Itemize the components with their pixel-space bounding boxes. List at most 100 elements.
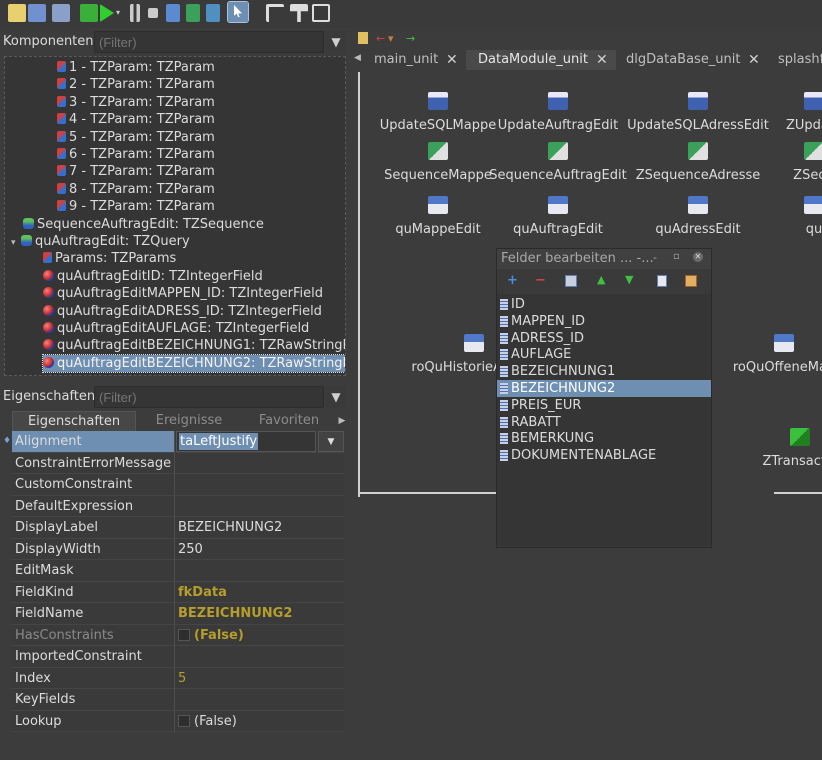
fields-list[interactable]: ID MAPPEN_ID ADRESS_ID AUFLAGE BEZEICHNUNG1 B… <box>497 294 711 546</box>
property-row[interactable]: DisplayLabel BEZEICHNUNG2 <box>12 517 344 539</box>
checkbox-icon[interactable] <box>178 714 190 727</box>
tab-eigenschaften[interactable]: Eigenschaften <box>12 411 136 431</box>
tree-item[interactable]: 4 - TZParam: TZParam <box>57 111 215 128</box>
component-seq-icon[interactable] <box>804 142 822 160</box>
add-field-icon[interactable]: + <box>507 273 518 288</box>
expand-toggle-icon[interactable]: ▾ <box>11 235 21 252</box>
property-row[interactable]: CustomConstraint <box>12 474 344 496</box>
component-sql-icon[interactable] <box>804 92 822 110</box>
component-q-icon[interactable] <box>804 196 822 214</box>
alignment-dropdown-icon[interactable]: ▼ <box>318 431 344 452</box>
component-q-icon[interactable] <box>464 334 484 352</box>
delete-field-icon[interactable]: − <box>535 273 546 288</box>
new-field-icon[interactable] <box>657 275 667 287</box>
tree-item[interactable]: 2 - TZParam: TZParam <box>57 76 215 93</box>
component-label[interactable]: qu <box>724 222 822 237</box>
settings-icon[interactable] <box>52 4 70 22</box>
component-seq-icon[interactable] <box>688 142 708 160</box>
property-row[interactable]: ImportedConstraint <box>12 646 344 668</box>
close-tab-datamodule-unit-icon[interactable]: ✕ <box>596 50 608 70</box>
tab-main-unit[interactable]: main_unit <box>374 50 438 70</box>
components-filter-input[interactable] <box>94 31 324 53</box>
step-out-icon[interactable] <box>206 4 220 22</box>
tab-ereignisse[interactable]: Ereignisse <box>136 411 242 431</box>
fetch-fields-icon[interactable] <box>565 275 577 287</box>
component-label[interactable]: ZSequ <box>724 168 822 183</box>
property-row[interactable]: KeyFields <box>12 689 344 711</box>
run-icon[interactable] <box>100 4 114 22</box>
tree-item[interactable]: quAuftragEditAUFLAGE: TZIntegerField <box>43 320 309 337</box>
field-item[interactable]: PREIS_EUR <box>497 397 711 414</box>
tab-favoriten[interactable]: Favoriten <box>242 411 336 431</box>
tab-scroll-right-icon[interactable]: ▶ <box>336 411 348 431</box>
select-all-icon[interactable] <box>685 275 697 287</box>
component-label[interactable]: ZUpdate <box>724 118 822 133</box>
field-item[interactable]: BEZEICHNUNG2 <box>497 380 711 397</box>
field-item[interactable]: RABATT <box>497 414 711 431</box>
tree-item[interactable]: Params: TZParams <box>43 250 176 267</box>
property-value[interactable]: BEZEICHNUNG2 <box>178 603 292 624</box>
close-icon[interactable]: ✕ <box>693 252 703 262</box>
tab-datamodule-unit[interactable]: DataModule_unit <box>466 50 616 70</box>
component-seq-icon[interactable] <box>548 142 568 160</box>
pause-icon[interactable] <box>130 4 140 22</box>
component-sql-icon[interactable] <box>688 92 708 110</box>
field-item[interactable]: DOKUMENTENABLAGE <box>497 447 711 464</box>
properties-filter-icon[interactable]: ▼ <box>326 386 346 408</box>
component-tree[interactable]: 1 - TZParam: TZParam 2 - TZParam: TZParam… <box>4 56 346 376</box>
field-item[interactable]: MAPPEN_ID <box>497 313 711 330</box>
alignment-value-editor[interactable]: taLeftJustify <box>176 431 316 452</box>
tabs-scroll-left-icon[interactable]: ◀ <box>354 53 361 63</box>
run-with-params-icon[interactable] <box>80 4 98 22</box>
field-item[interactable]: BEMERKUNG <box>497 430 711 447</box>
grid-icon[interactable] <box>312 4 330 22</box>
restore-icon[interactable]: ▫ <box>673 251 680 262</box>
tree-item[interactable]: 7 - TZParam: TZParam <box>57 163 215 180</box>
field-item[interactable]: AUFLAGE <box>497 346 711 363</box>
new-form-icon[interactable] <box>28 4 46 22</box>
tree-item[interactable]: 9 - TZParam: TZParam <box>57 198 215 215</box>
step-over-icon[interactable] <box>166 4 180 22</box>
property-value[interactable]: (False) <box>178 625 244 646</box>
property-value[interactable]: fkData <box>178 582 227 603</box>
property-row[interactable]: DisplayWidth 250 <box>12 538 344 560</box>
properties-filter-input[interactable] <box>94 386 324 408</box>
tree-item[interactable]: ▾ quAuftragEdit: TZQuery <box>11 233 190 250</box>
tree-item[interactable]: 6 - TZParam: TZParam <box>57 146 215 163</box>
component-sql-icon[interactable] <box>428 92 448 110</box>
tree-item[interactable]: quAuftragEditID: TZIntegerField <box>43 268 263 285</box>
selection-tool-icon[interactable] <box>227 1 249 23</box>
property-row[interactable]: Index 5 <box>12 667 344 689</box>
move-down-icon[interactable]: ▼ <box>625 273 633 286</box>
back-icon[interactable]: ← <box>376 32 385 45</box>
property-row[interactable]: FieldKind fkData <box>12 581 344 603</box>
component-sql-icon[interactable] <box>548 92 568 110</box>
components-filter-icon[interactable]: ▼ <box>326 31 346 53</box>
fields-editor-titlebar[interactable]: Felder bearbeiten ... -... - ▫ ✕ <box>497 249 711 269</box>
property-row[interactable]: Lookup (False) <box>12 710 344 732</box>
anchor-icon[interactable] <box>290 4 308 22</box>
tab-splashf[interactable]: splashf <box>778 50 822 70</box>
tab-dlgdatabase-unit[interactable]: dlgDataBase_unit <box>626 50 741 70</box>
field-item[interactable]: ADRESS_ID <box>497 330 711 347</box>
tree-item[interactable]: 1 - TZParam: TZParam <box>57 59 215 76</box>
tree-item[interactable]: quAuftragEditBEZEICHNUNG2: TZRawStringFi… <box>42 353 345 373</box>
close-tab-main-unit-icon[interactable]: ✕ <box>446 50 458 70</box>
step-into-icon[interactable] <box>186 4 200 22</box>
component-q-icon[interactable] <box>428 196 448 214</box>
component-q-icon[interactable] <box>774 334 794 352</box>
component-seq-icon[interactable] <box>428 142 448 160</box>
back-dropdown-icon[interactable]: ▾ <box>388 32 394 45</box>
tree-item[interactable]: SequenceAuftragEdit: TZSequence <box>23 216 264 233</box>
editor-menu-icon[interactable] <box>358 32 368 44</box>
component-q-icon[interactable] <box>548 196 568 214</box>
stop-icon[interactable] <box>148 8 158 18</box>
property-row[interactable]: DefaultExpression <box>12 495 344 517</box>
run-dropdown-icon[interactable]: ▾ <box>116 4 124 22</box>
tree-item[interactable]: 3 - TZParam: TZParam <box>57 94 215 111</box>
move-up-icon[interactable]: ▲ <box>597 273 605 286</box>
tree-item[interactable]: quAuftragEditBEZEICHNUNG1: TZRawStringFi… <box>43 337 345 354</box>
property-row[interactable]: Alignment taLeftJustify ▼ <box>12 431 344 453</box>
component-label[interactable]: roQuOffeneMap <box>694 360 822 375</box>
close-tab-dlgdatabase-unit-icon[interactable]: ✕ <box>748 50 760 70</box>
